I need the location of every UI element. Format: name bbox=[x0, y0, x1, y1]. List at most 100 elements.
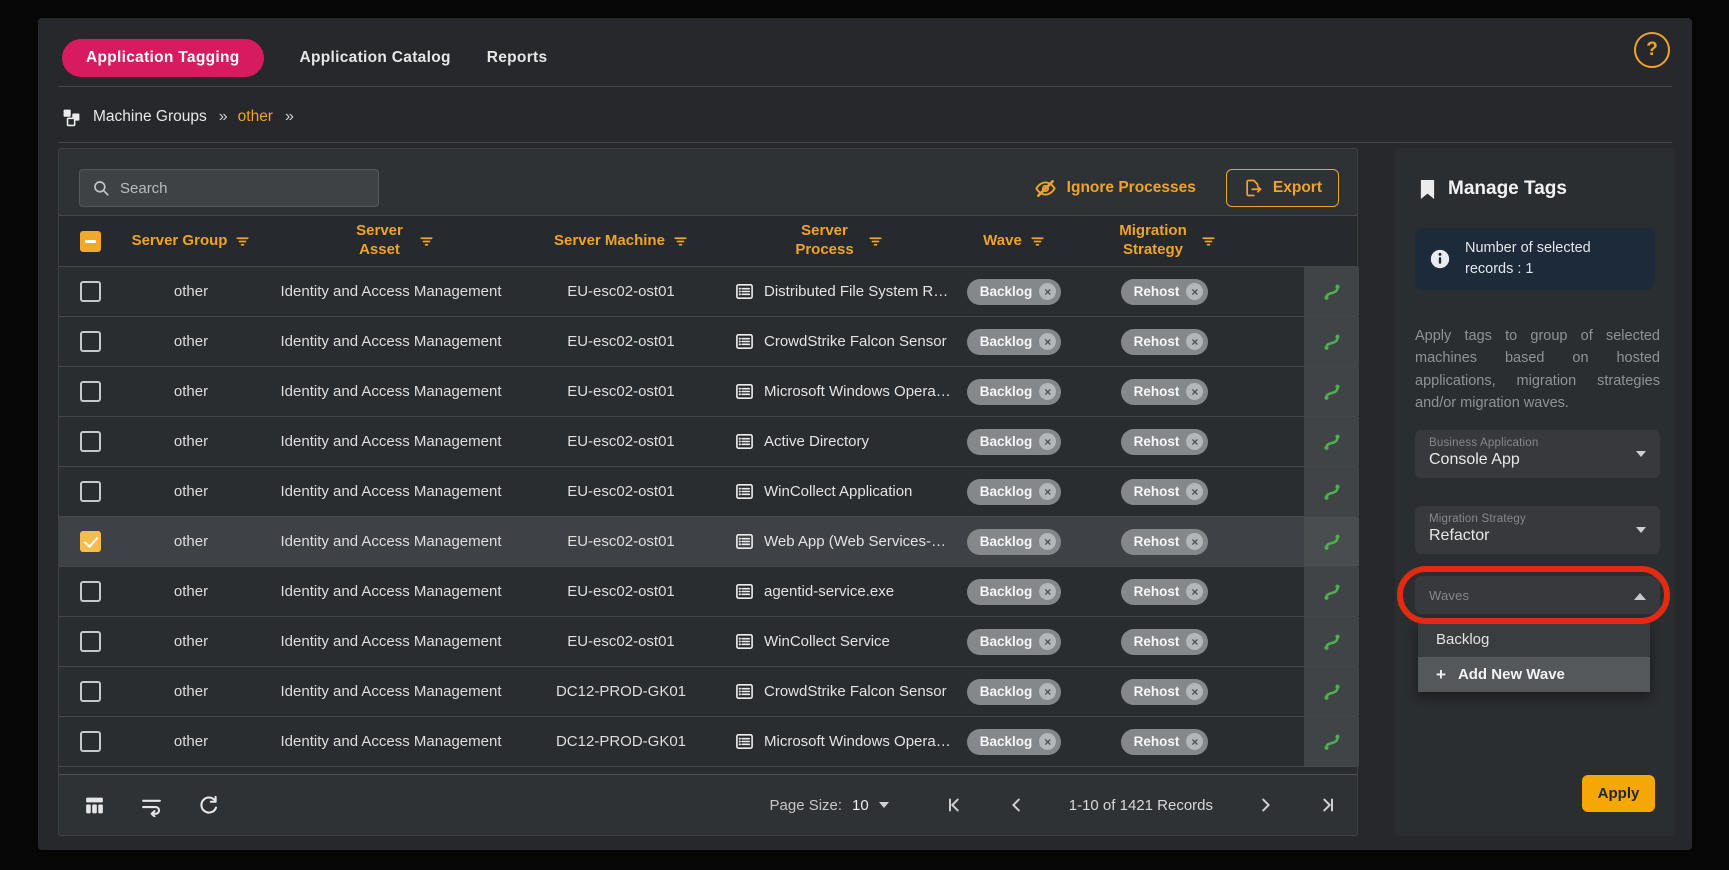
columns-icon[interactable] bbox=[83, 794, 106, 817]
remove-tag-icon[interactable]: × bbox=[1186, 483, 1203, 500]
route-icon[interactable] bbox=[1321, 381, 1343, 403]
table-row[interactable]: other Identity and Access Management DC1… bbox=[59, 717, 1357, 767]
business-application-select[interactable]: Business Application Console App bbox=[1415, 430, 1660, 478]
remove-tag-icon[interactable]: × bbox=[1186, 683, 1203, 700]
row-checkbox[interactable] bbox=[80, 631, 101, 652]
wave-tag[interactable]: Backlog × bbox=[967, 729, 1062, 755]
row-checkbox[interactable] bbox=[80, 431, 101, 452]
wave-tag[interactable]: Backlog × bbox=[967, 329, 1062, 355]
strategy-tag[interactable]: Rehost × bbox=[1121, 579, 1209, 605]
strategy-tag[interactable]: Rehost × bbox=[1121, 329, 1209, 355]
column-header-server-machine[interactable]: Server Machine bbox=[521, 232, 721, 251]
column-header-server-asset[interactable]: Server Asset bbox=[261, 222, 521, 260]
table-row[interactable]: other Identity and Access Management EU-… bbox=[59, 417, 1357, 467]
wave-tag[interactable]: Backlog × bbox=[967, 379, 1062, 405]
remove-tag-icon[interactable]: × bbox=[1186, 383, 1203, 400]
filter-icon[interactable] bbox=[673, 234, 688, 249]
waves-select[interactable]: Waves bbox=[1415, 576, 1660, 614]
next-page-button[interactable] bbox=[1255, 795, 1275, 815]
filter-icon[interactable] bbox=[1030, 234, 1045, 249]
remove-tag-icon[interactable]: × bbox=[1039, 333, 1056, 350]
ignore-processes-button[interactable]: Ignore Processes bbox=[1034, 177, 1196, 200]
remove-tag-icon[interactable]: × bbox=[1039, 483, 1056, 500]
column-header-migration-strategy[interactable]: Migration Strategy bbox=[1077, 222, 1252, 260]
remove-tag-icon[interactable]: × bbox=[1186, 533, 1203, 550]
table-row[interactable]: other Identity and Access Management EU-… bbox=[59, 267, 1357, 317]
tab-application-tagging[interactable]: Application Tagging bbox=[62, 39, 264, 77]
apply-button[interactable]: Apply bbox=[1582, 775, 1655, 812]
remove-tag-icon[interactable]: × bbox=[1039, 533, 1056, 550]
wave-tag[interactable]: Backlog × bbox=[967, 679, 1062, 705]
route-icon[interactable] bbox=[1321, 581, 1343, 603]
breadcrumb-other[interactable]: other bbox=[238, 108, 273, 126]
row-checkbox[interactable] bbox=[80, 331, 101, 352]
wave-tag[interactable]: Backlog × bbox=[967, 279, 1062, 305]
route-icon[interactable] bbox=[1321, 681, 1343, 703]
row-checkbox[interactable] bbox=[80, 731, 101, 752]
remove-tag-icon[interactable]: × bbox=[1186, 283, 1203, 300]
filter-icon[interactable] bbox=[868, 234, 883, 249]
remove-tag-icon[interactable]: × bbox=[1039, 383, 1056, 400]
breadcrumb-machine-groups[interactable]: Machine Groups bbox=[93, 108, 207, 126]
route-icon[interactable] bbox=[1321, 531, 1343, 553]
remove-tag-icon[interactable]: × bbox=[1186, 733, 1203, 750]
column-header-server-group[interactable]: Server Group bbox=[121, 232, 261, 251]
table-row[interactable]: other Identity and Access Management EU-… bbox=[59, 567, 1357, 617]
wave-tag[interactable]: Backlog × bbox=[967, 429, 1062, 455]
remove-tag-icon[interactable]: × bbox=[1039, 683, 1056, 700]
strategy-tag[interactable]: Rehost × bbox=[1121, 479, 1209, 505]
row-checkbox[interactable] bbox=[80, 531, 101, 552]
migration-strategy-select[interactable]: Migration Strategy Refactor bbox=[1415, 506, 1660, 554]
row-checkbox[interactable] bbox=[80, 381, 101, 402]
remove-tag-icon[interactable]: × bbox=[1186, 583, 1203, 600]
wave-tag[interactable]: Backlog × bbox=[967, 529, 1062, 555]
route-icon[interactable] bbox=[1321, 281, 1343, 303]
route-icon[interactable] bbox=[1321, 631, 1343, 653]
column-header-wave[interactable]: Wave bbox=[951, 232, 1077, 251]
select-all-checkbox[interactable] bbox=[80, 231, 101, 252]
row-checkbox[interactable] bbox=[80, 581, 101, 602]
remove-tag-icon[interactable]: × bbox=[1039, 583, 1056, 600]
remove-tag-icon[interactable]: × bbox=[1039, 283, 1056, 300]
wave-option-backlog[interactable]: Backlog bbox=[1418, 622, 1650, 657]
strategy-tag[interactable]: Rehost × bbox=[1121, 279, 1209, 305]
remove-tag-icon[interactable]: × bbox=[1186, 333, 1203, 350]
filter-icon[interactable] bbox=[1201, 234, 1216, 249]
strategy-tag[interactable]: Rehost × bbox=[1121, 679, 1209, 705]
strategy-tag[interactable]: Rehost × bbox=[1121, 379, 1209, 405]
add-new-wave-option[interactable]: + Add New Wave bbox=[1418, 657, 1650, 692]
first-page-button[interactable] bbox=[945, 795, 965, 815]
previous-page-button[interactable] bbox=[1007, 795, 1027, 815]
route-icon[interactable] bbox=[1321, 481, 1343, 503]
tab-application-catalog[interactable]: Application Catalog bbox=[300, 49, 451, 67]
row-checkbox[interactable] bbox=[80, 681, 101, 702]
route-icon[interactable] bbox=[1321, 431, 1343, 453]
tab-reports[interactable]: Reports bbox=[487, 49, 548, 67]
route-icon[interactable] bbox=[1321, 331, 1343, 353]
column-header-server-process[interactable]: Server Process bbox=[721, 222, 951, 260]
strategy-tag[interactable]: Rehost × bbox=[1121, 529, 1209, 555]
wave-tag[interactable]: Backlog × bbox=[967, 479, 1062, 505]
search-box[interactable] bbox=[79, 169, 379, 207]
row-checkbox[interactable] bbox=[80, 281, 101, 302]
remove-tag-icon[interactable]: × bbox=[1039, 633, 1056, 650]
remove-tag-icon[interactable]: × bbox=[1186, 433, 1203, 450]
strategy-tag[interactable]: Rehost × bbox=[1121, 429, 1209, 455]
filter-icon[interactable] bbox=[235, 234, 250, 249]
remove-tag-icon[interactable]: × bbox=[1039, 433, 1056, 450]
search-input[interactable] bbox=[120, 180, 366, 197]
filter-icon[interactable] bbox=[419, 234, 434, 249]
help-button[interactable]: ? bbox=[1634, 32, 1670, 68]
table-row[interactable]: other Identity and Access Management EU-… bbox=[59, 617, 1357, 667]
table-row[interactable]: other Identity and Access Management EU-… bbox=[59, 467, 1357, 517]
strategy-tag[interactable]: Rehost × bbox=[1121, 629, 1209, 655]
table-row[interactable]: other Identity and Access Management DC1… bbox=[59, 667, 1357, 717]
remove-tag-icon[interactable]: × bbox=[1186, 633, 1203, 650]
refresh-icon[interactable] bbox=[197, 794, 220, 817]
table-row[interactable]: other Identity and Access Management EU-… bbox=[59, 367, 1357, 417]
route-icon[interactable] bbox=[1321, 731, 1343, 753]
wave-tag[interactable]: Backlog × bbox=[967, 629, 1062, 655]
page-size-control[interactable]: Page Size: 10 bbox=[770, 797, 889, 814]
export-button[interactable]: Export bbox=[1226, 169, 1339, 207]
strategy-tag[interactable]: Rehost × bbox=[1121, 729, 1209, 755]
